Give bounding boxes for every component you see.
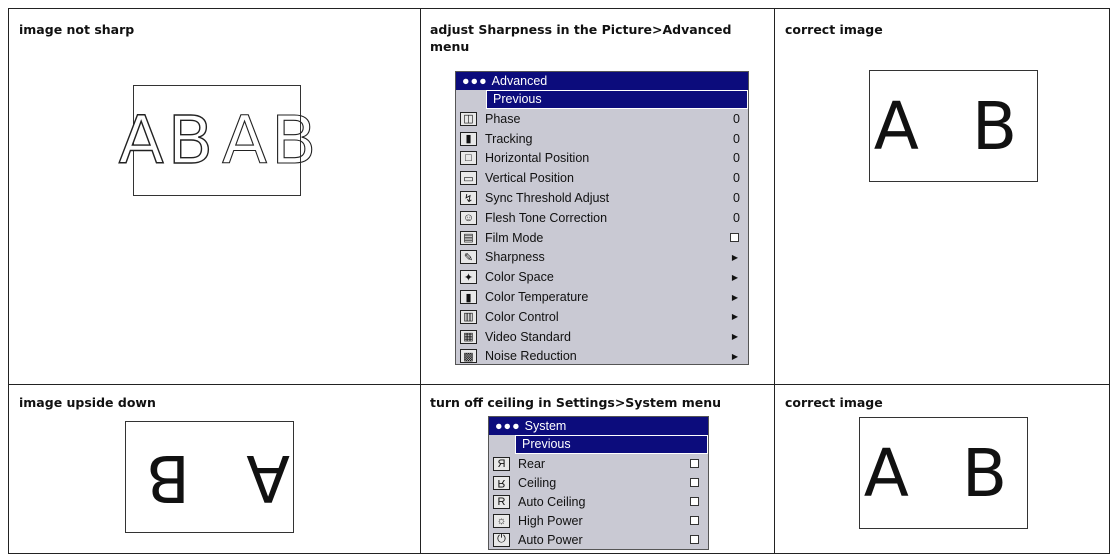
film-mode-icon: ▤: [460, 230, 477, 245]
system-menu: ●●● System Previous R Rear R Ceiling R Auto Ce…: [488, 416, 709, 550]
blurry-text-ghost: AB: [221, 101, 321, 179]
menu-item-label: Color Temperature: [485, 290, 589, 305]
menu-item-label: Video Standard: [485, 329, 571, 344]
blurry-sample-image: AB AB: [118, 85, 317, 196]
advanced-menu-item[interactable]: ☺ Flesh Tone Correction 0: [456, 208, 748, 228]
sharpness-icon: ✎: [460, 250, 477, 265]
problem-label-2: image upside down: [19, 395, 156, 410]
previous-button[interactable]: Previous: [515, 435, 708, 454]
menu-item-value: 0: [733, 111, 740, 126]
menu-item-label: Film Mode: [485, 230, 544, 245]
previous-button[interactable]: Previous: [486, 90, 748, 109]
solution-label: adjust Sharpness in the Picture>Advanced…: [430, 22, 732, 54]
advanced-menu-item[interactable]: ▭ Vertical Position 0: [456, 168, 748, 188]
menu-item-checkbox[interactable]: [690, 535, 699, 544]
column-divider: [420, 9, 421, 553]
horizontal-position-icon: □: [460, 151, 477, 166]
sync-threshold-icon: ↯: [460, 191, 477, 206]
menu-item-label: Color Control: [485, 309, 559, 324]
menu-item-label: Horizontal Position: [485, 151, 590, 166]
tracking-icon: ▮: [460, 131, 477, 146]
advanced-menu-item[interactable]: ▥ Color Control ▶: [456, 307, 748, 327]
advanced-menu-item[interactable]: ▤ Film Mode: [456, 228, 748, 248]
system-menu-item[interactable]: ⏻ Auto Power: [489, 530, 708, 549]
menu-item-label: Flesh Tone Correction: [485, 210, 608, 225]
column-divider: [774, 9, 775, 553]
system-menu-item[interactable]: R Rear: [489, 454, 708, 473]
flesh-tone-icon: ☺: [460, 210, 477, 225]
menu-item-label: Color Space: [485, 270, 554, 285]
color-control-icon: ▥: [460, 309, 477, 324]
advanced-menu-title: ●●● Advanced: [456, 72, 748, 90]
advanced-menu-item[interactable]: ▮ Tracking 0: [456, 129, 748, 149]
menu-item-label: Phase: [485, 111, 521, 126]
menu-item-label: High Power: [518, 513, 583, 528]
menu-item-value: 0: [733, 210, 740, 225]
result-label-2: correct image: [785, 395, 883, 410]
rear-icon: R: [493, 456, 510, 471]
menu-item-value: 0: [733, 131, 740, 146]
menu-item-label: Auto Ceiling: [518, 494, 586, 509]
auto-power-icon: ⏻: [493, 532, 510, 547]
menu-item-value: 0: [733, 191, 740, 206]
blurry-text: AB: [118, 101, 217, 179]
sharp-sample-image: A B: [869, 70, 1038, 182]
menu-item-checkbox[interactable]: [690, 516, 699, 525]
menu-item-label: Sync Threshold Adjust: [485, 191, 610, 206]
submenu-arrow-icon: ▶: [731, 292, 738, 302]
system-menu-title: ●●● System: [489, 417, 708, 435]
blurry-letters: AB AB: [118, 101, 317, 179]
advanced-menu-item[interactable]: ▩ Noise Reduction ▶: [456, 347, 748, 367]
noise-reduction-icon: ▩: [460, 349, 477, 364]
color-temperature-icon: ▮: [460, 290, 477, 305]
advanced-menu-item[interactable]: ↯ Sync Threshold Adjust 0: [456, 188, 748, 208]
submenu-arrow-icon: ▶: [731, 272, 738, 282]
auto-ceiling-icon: R: [493, 494, 510, 509]
menu-item-label: Vertical Position: [485, 171, 574, 186]
correct-sample-image: A B: [859, 417, 1028, 529]
video-standard-icon: ▦: [460, 329, 477, 344]
result-label: correct image: [785, 22, 883, 37]
ceiling-icon: R: [493, 475, 510, 490]
menu-item-checkbox[interactable]: [690, 478, 699, 487]
menu-item-value: 0: [733, 151, 740, 166]
menu-item-checkbox[interactable]: [690, 497, 699, 506]
advanced-menu-item[interactable]: ▮ Color Temperature ▶: [456, 287, 748, 307]
submenu-arrow-icon: ▶: [731, 252, 738, 262]
submenu-arrow-icon: ▶: [731, 351, 738, 361]
menu-item-label: Ceiling: [518, 475, 557, 490]
advanced-menu-item[interactable]: ◫ Phase 0: [456, 109, 748, 129]
system-menu-item[interactable]: ☼ High Power: [489, 511, 708, 530]
correct-text: A B: [863, 434, 1024, 512]
system-menu-item[interactable]: R Auto Ceiling: [489, 492, 708, 511]
upside-down-text: A B: [128, 440, 291, 514]
high-power-icon: ☼: [493, 513, 510, 528]
vertical-position-icon: ▭: [460, 171, 477, 186]
upside-down-sample-image: A B: [125, 421, 294, 533]
advanced-menu: ●●● Advanced Previous ◫ Phase 0 ▮ Tracking 0 □ H…: [455, 71, 749, 365]
menu-item-value: 0: [733, 171, 740, 186]
advanced-menu-item[interactable]: □ Horizontal Position 0: [456, 149, 748, 169]
menu-item-checkbox[interactable]: [690, 459, 699, 468]
solution-label-2: turn off ceiling in Settings>System menu: [430, 395, 722, 410]
sharp-text: A B: [873, 87, 1034, 165]
advanced-menu-item[interactable]: ▦ Video Standard ▶: [456, 327, 748, 347]
phase-icon: ◫: [460, 111, 477, 126]
advanced-menu-item[interactable]: ✦ Color Space ▶: [456, 267, 748, 287]
color-space-icon: ✦: [460, 270, 477, 285]
advanced-menu-item[interactable]: ✎ Sharpness ▶: [456, 248, 748, 268]
system-menu-item[interactable]: R Ceiling: [489, 473, 708, 492]
submenu-arrow-icon: ▶: [731, 332, 738, 342]
film-mode-checkbox[interactable]: [730, 233, 739, 243]
menu-item-label: Noise Reduction: [485, 349, 577, 364]
menu-item-label: Rear: [518, 456, 546, 471]
row-divider: [9, 384, 1109, 385]
menu-item-label: Sharpness: [485, 250, 545, 265]
menu-item-label: Auto Power: [518, 532, 583, 547]
problem-label: image not sharp: [19, 22, 135, 37]
menu-item-label: Tracking: [485, 131, 533, 146]
submenu-arrow-icon: ▶: [731, 312, 738, 322]
